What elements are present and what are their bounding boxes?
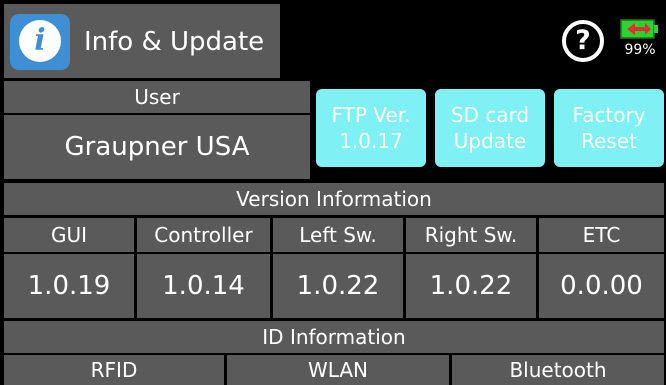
version-col-right-sw-label: Right Sw. (406, 218, 536, 252)
version-gui-value: 1.0.19 (4, 254, 134, 318)
factory-reset-button[interactable]: Factory Reset (554, 89, 664, 167)
ftp-button-line1: FTP Ver. (331, 103, 411, 127)
page-title: Info & Update (84, 27, 265, 57)
battery-percent: 99% (624, 42, 656, 58)
info-icon[interactable]: i (10, 14, 70, 70)
version-col-controller-label: Controller (137, 218, 270, 252)
id-col-rfid: RFID (4, 355, 224, 385)
sd-button-line1: SD card (450, 103, 530, 127)
sd-card-update-button[interactable]: SD card Update (435, 89, 545, 167)
id-col-wlan: WLAN (227, 355, 449, 385)
user-label: User (4, 81, 310, 113)
version-left-sw-value: 1.0.22 (273, 254, 403, 318)
version-etc-value: 0.0.00 (539, 254, 664, 318)
info-glyph: i (19, 20, 61, 62)
ftp-version-button[interactable]: FTP Ver. 1.0.17 (316, 89, 426, 167)
reset-button-line2: Reset (581, 129, 637, 153)
version-col-etc-label: ETC (539, 218, 664, 252)
ftp-button-line2: 1.0.17 (339, 129, 403, 153)
battery-icon (620, 19, 658, 39)
version-right-sw-value: 1.0.22 (406, 254, 536, 318)
sd-button-line2: Update (453, 129, 527, 153)
version-col-left-sw-label: Left Sw. (273, 218, 403, 252)
reset-button-line1: Factory (572, 103, 646, 127)
user-name: Graupner USA (4, 115, 310, 179)
version-controller-value: 1.0.14 (137, 254, 270, 318)
id-col-bluetooth: Bluetooth (452, 355, 664, 385)
help-icon[interactable]: ? (562, 20, 604, 62)
version-info-header: Version Information (4, 183, 664, 215)
version-col-gui-label: GUI (4, 218, 134, 252)
id-info-header: ID Information (4, 321, 664, 353)
